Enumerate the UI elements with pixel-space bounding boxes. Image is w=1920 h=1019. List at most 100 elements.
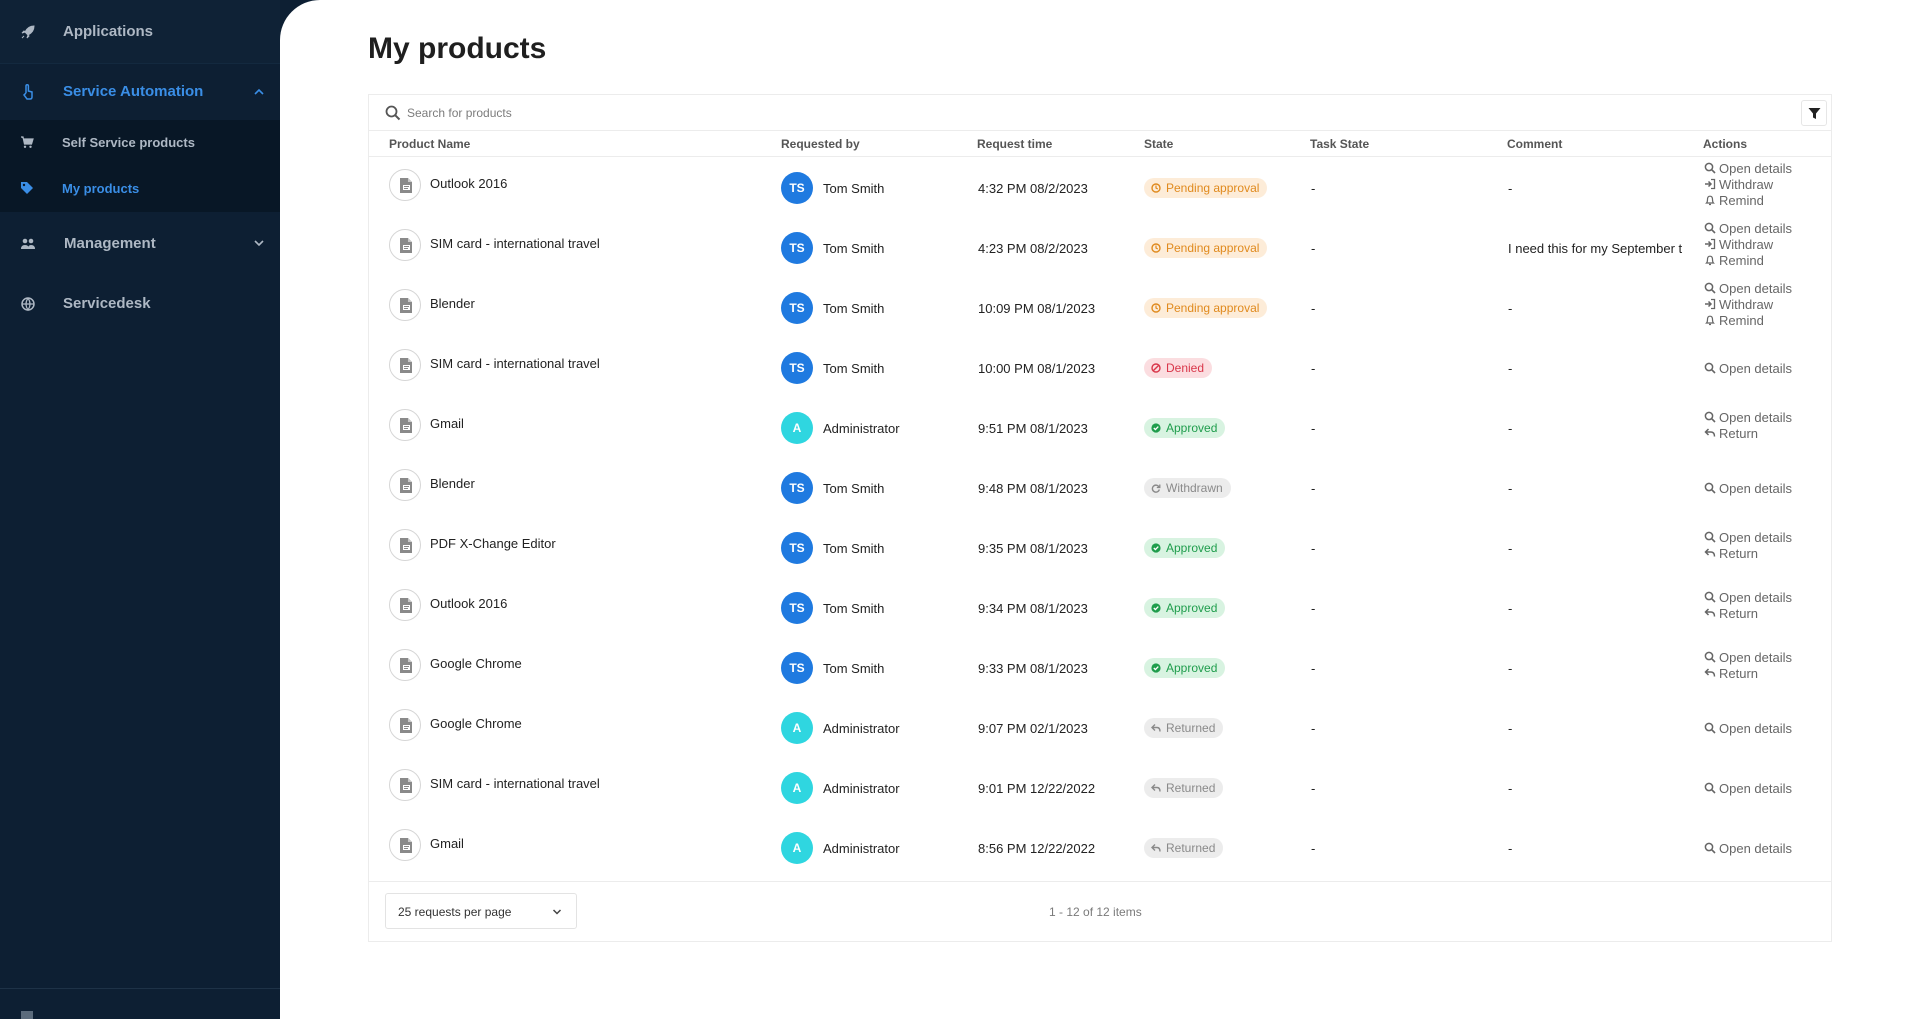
action-open-details[interactable]: Open details bbox=[1704, 161, 1792, 177]
nav-servicedesk[interactable]: Servicedesk bbox=[0, 274, 280, 332]
product-name[interactable]: Gmail bbox=[430, 836, 464, 851]
action-return[interactable]: Return bbox=[1704, 426, 1792, 442]
package-icon bbox=[400, 778, 412, 793]
action-return[interactable]: Return bbox=[1704, 606, 1792, 622]
action-open-details[interactable]: Open details bbox=[1704, 221, 1792, 237]
status-badge: Approved bbox=[1144, 418, 1226, 438]
comment: - bbox=[1508, 661, 1513, 676]
action-label: Open details bbox=[1719, 590, 1792, 605]
action-open-details[interactable]: Open details bbox=[1704, 590, 1792, 606]
per-page-select[interactable]: 25 requests per page bbox=[385, 893, 577, 929]
status-label: Denied bbox=[1166, 361, 1205, 375]
product-name[interactable]: Google Chrome bbox=[430, 716, 522, 731]
avatar: A bbox=[781, 832, 813, 864]
action-open-details[interactable]: Open details bbox=[1704, 481, 1792, 497]
table-row[interactable]: SIM card - international travel TS Tom S… bbox=[369, 337, 1831, 397]
action-withdraw[interactable]: Withdraw bbox=[1704, 237, 1792, 253]
action-label: Open details bbox=[1719, 841, 1792, 856]
service-automation-submenu: Self Service products My products bbox=[0, 120, 280, 212]
action-open-details[interactable]: Open details bbox=[1704, 781, 1792, 797]
table-row[interactable]: Google Chrome TS Tom Smith 9:33 PM 08/1/… bbox=[369, 637, 1831, 697]
table-row[interactable]: Outlook 2016 TS Tom Smith 4:32 PM 08/2/2… bbox=[369, 157, 1831, 217]
action-open-details[interactable]: Open details bbox=[1704, 841, 1792, 857]
nav-label: Management bbox=[64, 235, 156, 252]
row-actions: Open details bbox=[1704, 481, 1792, 497]
request-time: 9:48 PM 08/1/2023 bbox=[978, 481, 1088, 496]
search-icon bbox=[1704, 591, 1716, 603]
nav-management[interactable]: Management bbox=[0, 212, 280, 274]
task-state: - bbox=[1311, 361, 1316, 376]
table-row[interactable]: PDF X-Change Editor TS Tom Smith 9:35 PM… bbox=[369, 517, 1831, 577]
sidebar: Applications Service Automation Self Ser… bbox=[0, 0, 280, 1019]
nav-service-automation[interactable]: Service Automation bbox=[0, 64, 280, 120]
product-icon bbox=[389, 709, 421, 741]
status-label: Pending approval bbox=[1166, 241, 1260, 255]
product-name[interactable]: SIM card - international travel bbox=[430, 356, 600, 371]
table-row[interactable]: Gmail A Administrator 9:51 PM 08/1/2023 … bbox=[369, 397, 1831, 457]
table-row[interactable]: SIM card - international travel A Admini… bbox=[369, 757, 1831, 817]
column-header-request-time[interactable]: Request time bbox=[977, 137, 1052, 151]
sidebar-item-self-service-products[interactable]: Self Service products bbox=[0, 120, 280, 166]
product-name[interactable]: Outlook 2016 bbox=[430, 176, 507, 191]
table-row[interactable]: Outlook 2016 TS Tom Smith 9:34 PM 08/1/2… bbox=[369, 577, 1831, 637]
column-header-task-state[interactable]: Task State bbox=[1310, 137, 1369, 151]
table-row[interactable]: SIM card - international travel TS Tom S… bbox=[369, 217, 1831, 277]
table-row[interactable]: Blender TS Tom Smith 10:09 PM 08/1/2023 … bbox=[369, 277, 1831, 337]
action-withdraw[interactable]: Withdraw bbox=[1704, 177, 1792, 193]
status-label: Returned bbox=[1166, 721, 1216, 735]
product-icon bbox=[389, 349, 421, 381]
action-return[interactable]: Return bbox=[1704, 546, 1792, 562]
action-open-details[interactable]: Open details bbox=[1704, 281, 1792, 297]
table-row[interactable]: Blender TS Tom Smith 9:48 PM 08/1/2023 W… bbox=[369, 457, 1831, 517]
row-actions: Open details Return bbox=[1704, 590, 1792, 622]
action-remind[interactable]: Remind bbox=[1704, 313, 1792, 329]
check-circle-icon bbox=[1151, 543, 1161, 553]
reply-icon bbox=[1151, 844, 1161, 852]
column-header-requested-by[interactable]: Requested by bbox=[781, 137, 860, 151]
product-name[interactable]: SIM card - international travel bbox=[430, 776, 600, 791]
product-name[interactable]: SIM card - international travel bbox=[430, 236, 600, 251]
status-badge: Returned bbox=[1144, 838, 1224, 858]
nav-applications[interactable]: Applications bbox=[0, 0, 280, 64]
products-table-card: Product Name Requested by Request time S… bbox=[368, 94, 1832, 942]
action-label: Remind bbox=[1719, 313, 1764, 328]
chevron-up-icon[interactable] bbox=[253, 86, 265, 98]
search-icon bbox=[1704, 651, 1716, 663]
status-badge: Withdrawn bbox=[1144, 478, 1231, 498]
column-header-state[interactable]: State bbox=[1144, 137, 1173, 151]
column-header-comment[interactable]: Comment bbox=[1507, 137, 1562, 151]
task-state: - bbox=[1311, 241, 1316, 256]
action-open-details[interactable]: Open details bbox=[1704, 650, 1792, 666]
sidebar-item-my-products[interactable]: My products bbox=[0, 166, 280, 212]
product-name[interactable]: Google Chrome bbox=[430, 656, 522, 671]
reply-icon bbox=[1704, 608, 1716, 617]
search-icon bbox=[1704, 531, 1716, 543]
table-row[interactable]: Gmail A Administrator 8:56 PM 12/22/2022… bbox=[369, 817, 1831, 877]
product-name[interactable]: Blender bbox=[430, 476, 475, 491]
action-open-details[interactable]: Open details bbox=[1704, 361, 1792, 377]
action-withdraw[interactable]: Withdraw bbox=[1704, 297, 1792, 313]
action-label: Open details bbox=[1719, 410, 1792, 425]
action-open-details[interactable]: Open details bbox=[1704, 721, 1792, 737]
clock-icon bbox=[1151, 243, 1161, 253]
reply-icon bbox=[1151, 724, 1161, 732]
product-name[interactable]: Outlook 2016 bbox=[430, 596, 507, 611]
chevron-down-icon[interactable] bbox=[253, 237, 265, 249]
product-name[interactable]: Gmail bbox=[430, 416, 464, 431]
action-return[interactable]: Return bbox=[1704, 666, 1792, 682]
reply-icon bbox=[1704, 548, 1716, 557]
product-name[interactable]: PDF X-Change Editor bbox=[430, 536, 556, 551]
table-header: Product Name Requested by Request time S… bbox=[369, 131, 1831, 157]
search-input[interactable] bbox=[407, 101, 1607, 125]
requester-name: Tom Smith bbox=[823, 601, 885, 616]
table-row[interactable]: Google Chrome A Administrator 9:07 PM 02… bbox=[369, 697, 1831, 757]
column-header-product-name[interactable]: Product Name bbox=[389, 137, 470, 151]
action-remind[interactable]: Remind bbox=[1704, 253, 1792, 269]
action-open-details[interactable]: Open details bbox=[1704, 530, 1792, 546]
footer-divider bbox=[369, 881, 1831, 882]
action-open-details[interactable]: Open details bbox=[1704, 410, 1792, 426]
bell-icon bbox=[1705, 315, 1715, 326]
filter-button[interactable] bbox=[1801, 100, 1827, 126]
action-remind[interactable]: Remind bbox=[1704, 193, 1792, 209]
product-name[interactable]: Blender bbox=[430, 296, 475, 311]
